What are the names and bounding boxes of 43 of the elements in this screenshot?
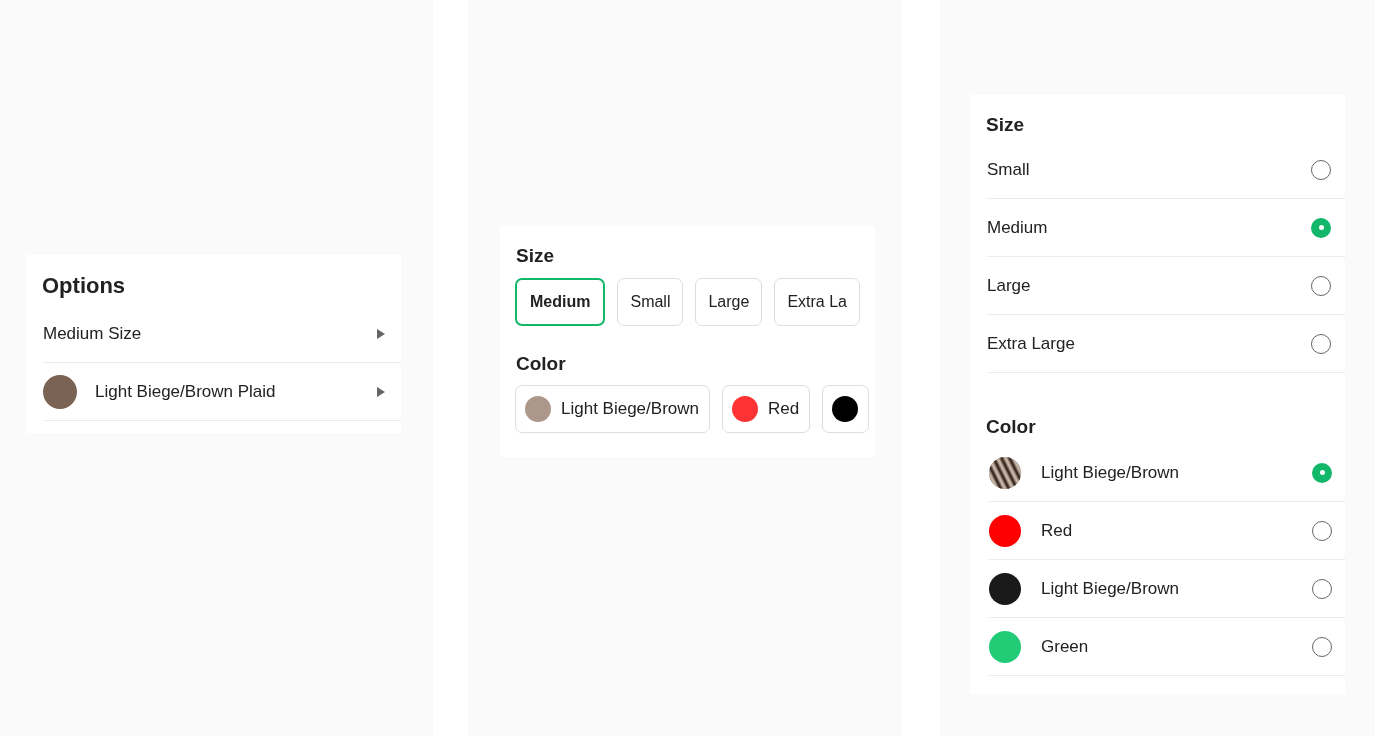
plaid-swatch-icon (989, 456, 1021, 489)
section-title: Size (515, 244, 556, 268)
option-label: Extra Large (987, 332, 1076, 355)
card-title: Options (41, 273, 127, 299)
size-chip[interactable]: Extra La (774, 278, 860, 326)
option-label: Red (1041, 519, 1074, 542)
radio-button[interactable] (1311, 159, 1331, 180)
caret-icon (377, 328, 385, 339)
caret-icon (377, 386, 385, 397)
radio-button[interactable] (1312, 636, 1332, 657)
size-chip[interactable]: Small (617, 278, 684, 326)
size-option-row[interactable]: Large (987, 257, 1345, 315)
radio-button[interactable] (1311, 333, 1331, 354)
size-option-row[interactable]: Medium (987, 199, 1345, 257)
size-option-row[interactable]: Extra Large (987, 315, 1345, 373)
option-label: Medium Size (43, 322, 143, 345)
radio-button[interactable] (1311, 217, 1331, 238)
option-label: Medium (987, 216, 1049, 239)
option-label: Light Biege/Brown (1041, 577, 1180, 600)
size-chip[interactable]: Large (695, 278, 763, 326)
option-label: Large (987, 274, 1032, 297)
section-title: Color (515, 352, 567, 376)
section-title: Color (985, 415, 1037, 439)
option-label: Light Biege/Brown (1041, 461, 1180, 484)
option-row[interactable]: Medium Size (43, 305, 401, 363)
section-title: Size (985, 113, 1026, 137)
option-row[interactable]: Light Biege/Brown Plaid (43, 363, 401, 421)
size-option-row[interactable]: Small (987, 141, 1345, 199)
radio-button[interactable] (1312, 520, 1332, 541)
color-option-row[interactable]: Light Biege/Brown (989, 444, 1345, 502)
color-option-row[interactable]: Red (989, 502, 1345, 560)
color-chip[interactable] (822, 385, 870, 433)
color-chip[interactable]: Red (722, 385, 811, 433)
color-option-row[interactable]: Green (989, 618, 1345, 676)
option-label: Small (987, 158, 1031, 181)
option-label: Light Biege/Brown Plaid (95, 380, 277, 403)
radio-button[interactable] (1312, 578, 1332, 599)
size-chip[interactable]: Medium (515, 278, 606, 326)
radio-button[interactable] (1311, 275, 1331, 296)
radio-button[interactable] (1312, 462, 1332, 483)
option-label: Green (1041, 635, 1090, 658)
color-chip[interactable]: Light Biege/Brown (515, 385, 710, 433)
color-option-row[interactable]: Light Biege/Brown (989, 560, 1345, 618)
